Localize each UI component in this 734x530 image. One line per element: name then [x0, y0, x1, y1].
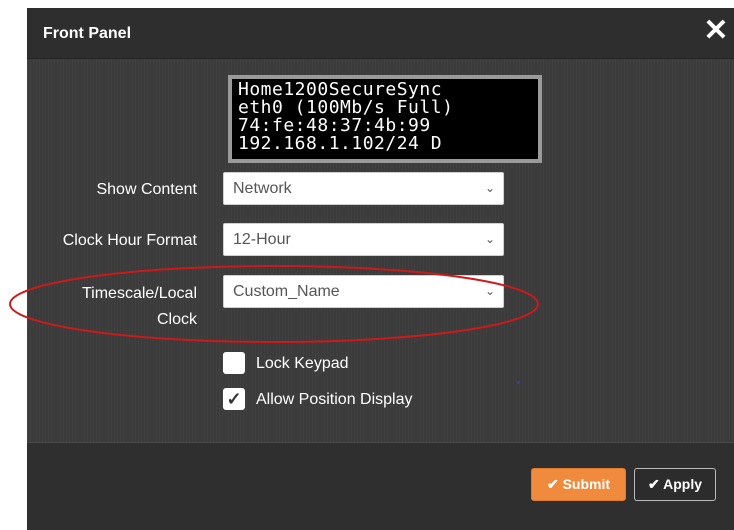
- dialog-titlebar: Front Panel ✕: [27, 8, 734, 59]
- lcd-display: Home1200SecureSync eth0 (100Mb/s Full) 7…: [228, 75, 542, 163]
- lock-keypad-checkbox[interactable]: [223, 352, 245, 374]
- lock-keypad-label: Lock Keypad: [256, 355, 349, 372]
- stray-dot: [517, 381, 520, 384]
- show-content-value: Network: [233, 180, 292, 197]
- show-content-select[interactable]: Network ⌄: [223, 172, 504, 205]
- allow-position-checkbox[interactable]: ✓: [223, 388, 245, 410]
- lcd-screen: Home1200SecureSync eth0 (100Mb/s Full) 7…: [232, 79, 538, 159]
- timescale-label-line1: Timescale/Local: [81, 285, 197, 302]
- clock-hour-format-label: Clock Hour Format: [62, 232, 197, 249]
- lcd-line-4: 192.168.1.102/24 D: [238, 133, 443, 154]
- chevron-down-icon: ⌄: [484, 232, 495, 246]
- show-content-label: Show Content: [96, 181, 197, 198]
- timescale-value: Custom_Name: [233, 283, 340, 300]
- clock-hour-format-value: 12-Hour: [233, 231, 291, 248]
- timescale-select[interactable]: Custom_Name ⌄: [223, 275, 504, 308]
- allow-position-label: Allow Position Display: [256, 391, 413, 408]
- apply-button[interactable]: ✔ Apply: [634, 468, 716, 501]
- submit-button[interactable]: ✔ Submit: [531, 468, 626, 501]
- timescale-label-line2: Clock: [156, 311, 197, 328]
- dialog-title: Front Panel: [43, 25, 132, 42]
- chevron-down-icon: ⌄: [484, 181, 495, 195]
- dialog-footer: ✔ Submit ✔ Apply: [27, 442, 734, 530]
- clock-hour-format-select[interactable]: 12-Hour ⌄: [223, 223, 504, 256]
- front-panel-dialog: Front Panel ✕ Home1200SecureSync eth0 (1…: [27, 8, 734, 530]
- close-icon[interactable]: ✕: [702, 16, 730, 46]
- chevron-down-icon: ⌄: [484, 284, 495, 298]
